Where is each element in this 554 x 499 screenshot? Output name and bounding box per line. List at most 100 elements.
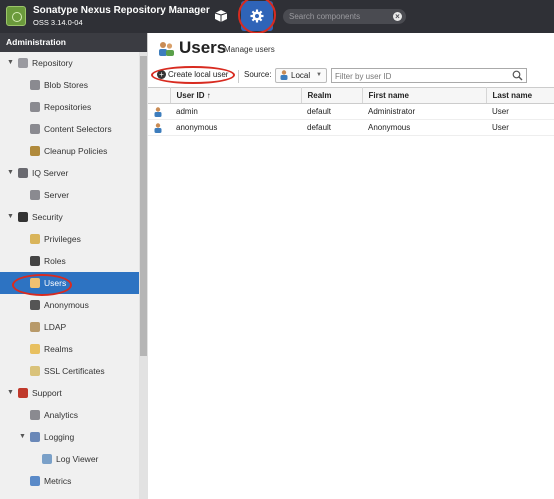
search-input[interactable] — [289, 10, 389, 23]
logging-icon — [30, 432, 40, 442]
ldap-icon — [30, 322, 40, 332]
toolbar-divider — [238, 70, 239, 83]
database-icon — [18, 58, 28, 68]
sidebar-item-blob-stores[interactable]: Blob Stores — [0, 74, 139, 96]
browse-button[interactable] — [213, 8, 229, 24]
sidebar-item-ssl-certificates[interactable]: SSL Certificates — [0, 360, 139, 382]
sidebar-item-support[interactable]: ▼ Support — [0, 382, 139, 404]
sidebar-scrollbar[interactable] — [139, 52, 148, 499]
sonatype-logo-icon[interactable] — [6, 6, 26, 26]
sidebar-item-label: Support — [32, 388, 62, 398]
search-icon[interactable] — [512, 70, 523, 81]
sidebar-item-label: Privileges — [44, 234, 81, 244]
iq-icon — [18, 168, 28, 178]
sidebar: Administration ▼ Repository Blob Stores Rep… — [0, 33, 148, 499]
sidebar-item-ldap[interactable]: LDAP — [0, 316, 139, 338]
search-components[interactable]: × — [283, 9, 406, 24]
metrics-icon — [30, 476, 40, 486]
page-title: Users — [179, 38, 227, 57]
sidebar-item-repository[interactable]: ▼ Repository — [0, 52, 139, 74]
certificate-icon — [30, 366, 40, 376]
sidebar-nav: ▼ Repository Blob Stores Repositories Conten… — [0, 52, 139, 492]
top-bar: Sonatype Nexus Repository Manager OSS 3.… — [0, 0, 554, 34]
sidebar-item-content-selectors[interactable]: Content Selectors — [0, 118, 139, 140]
app-version: OSS 3.14.0-04 — [33, 18, 83, 27]
realms-icon — [30, 344, 40, 354]
sidebar-item-server[interactable]: Server — [0, 184, 139, 206]
sidebar-item-label: Content Selectors — [44, 124, 112, 134]
sidebar-item-label: Anonymous — [44, 300, 89, 310]
sidebar-item-iq-server[interactable]: ▼ IQ Server — [0, 162, 139, 184]
highlight-circle-create — [151, 66, 235, 84]
admin-button[interactable] — [241, 1, 273, 31]
clear-icon[interactable]: × — [393, 12, 402, 21]
caret-down-icon[interactable]: ▼ — [7, 162, 14, 184]
filter-input[interactable] — [335, 70, 510, 82]
support-icon — [18, 388, 28, 398]
cell-last-name: User — [492, 123, 509, 132]
sidebar-item-security[interactable]: ▼ Security — [0, 206, 139, 228]
column-header-user-id[interactable]: User ID ↑ — [170, 87, 302, 104]
cell-first-name: Anonymous — [368, 123, 411, 132]
logviewer-icon — [42, 454, 52, 464]
source-label: Source: — [244, 70, 272, 79]
sidebar-item-analytics[interactable]: Analytics — [0, 404, 139, 426]
sidebar-item-metrics[interactable]: Metrics — [0, 470, 139, 492]
users-icon — [159, 42, 174, 56]
blobstore-icon — [30, 80, 40, 90]
cell-user-id: anonymous — [176, 123, 218, 132]
main-panel: Users Manage users + Create local user So… — [148, 33, 554, 499]
sidebar-item-label: IQ Server — [32, 168, 69, 178]
sidebar-item-label: Cleanup Policies — [44, 146, 108, 156]
sidebar-item-label: Log Viewer — [56, 454, 99, 464]
caret-down-icon[interactable]: ▼ — [7, 52, 14, 74]
sidebar-item-realms[interactable]: Realms — [0, 338, 139, 360]
sidebar-item-repositories[interactable]: Repositories — [0, 96, 139, 118]
user-icon — [154, 122, 162, 133]
column-header-last-name[interactable]: Last name — [486, 87, 554, 104]
row-user-icon-cell — [148, 120, 170, 136]
caret-down-icon[interactable]: ▼ — [7, 206, 14, 228]
broom-icon — [30, 146, 40, 156]
app-title: Sonatype Nexus Repository Manager — [33, 5, 210, 16]
cell-last-name: User — [492, 107, 509, 116]
sidebar-item-privileges[interactable]: Privileges — [0, 228, 139, 250]
cell-realm: default — [307, 107, 332, 116]
column-header-realm[interactable]: Realm — [301, 87, 363, 104]
column-header-icon — [148, 87, 171, 104]
sidebar-item-roles[interactable]: Roles — [0, 250, 139, 272]
user-icon — [154, 106, 162, 117]
sidebar-item-label: LDAP — [44, 322, 67, 332]
sidebar-item-label: Metrics — [44, 476, 72, 486]
toolbar: + Create local user Source: Local ▼ — [148, 65, 554, 87]
source-select[interactable]: Local ▼ — [275, 68, 327, 83]
sidebar-item-label: Roles — [44, 256, 66, 266]
filter-field[interactable] — [331, 68, 527, 83]
sidebar-item-anonymous[interactable]: Anonymous — [0, 294, 139, 316]
column-header-first-name[interactable]: First name — [362, 87, 487, 104]
cube-icon — [214, 10, 228, 22]
table-row[interactable]: anonymous default Anonymous User — [148, 120, 554, 136]
scrollbar-thumb[interactable] — [140, 56, 147, 356]
users-table: User ID ↑ Realm First name Last name adm… — [148, 87, 554, 136]
analytics-icon — [30, 410, 40, 420]
sidebar-item-cleanup-policies[interactable]: Cleanup Policies — [0, 140, 139, 162]
sidebar-item-label: Server — [44, 190, 70, 200]
cell-first-name: Administrator — [368, 107, 416, 116]
highlight-circle-users — [12, 274, 72, 296]
repositories-icon — [30, 102, 40, 112]
table-row[interactable]: admin default Administrator User — [148, 104, 554, 120]
anonymous-icon — [30, 300, 40, 310]
privileges-icon — [30, 234, 40, 244]
source-select-value: Local — [291, 71, 311, 80]
chevron-down-icon: ▼ — [316, 72, 322, 78]
eye-icon — [18, 212, 28, 222]
caret-down-icon[interactable]: ▼ — [19, 426, 26, 448]
sidebar-item-logging[interactable]: ▼ Logging — [0, 426, 139, 448]
sidebar-item-log-viewer[interactable]: Log Viewer — [0, 448, 139, 470]
row-user-icon-cell — [148, 104, 170, 120]
sidebar-item-label: Repositories — [44, 102, 92, 112]
sidebar-item-label: Analytics — [44, 410, 79, 420]
user-icon — [280, 70, 288, 80]
caret-down-icon[interactable]: ▼ — [7, 382, 14, 404]
